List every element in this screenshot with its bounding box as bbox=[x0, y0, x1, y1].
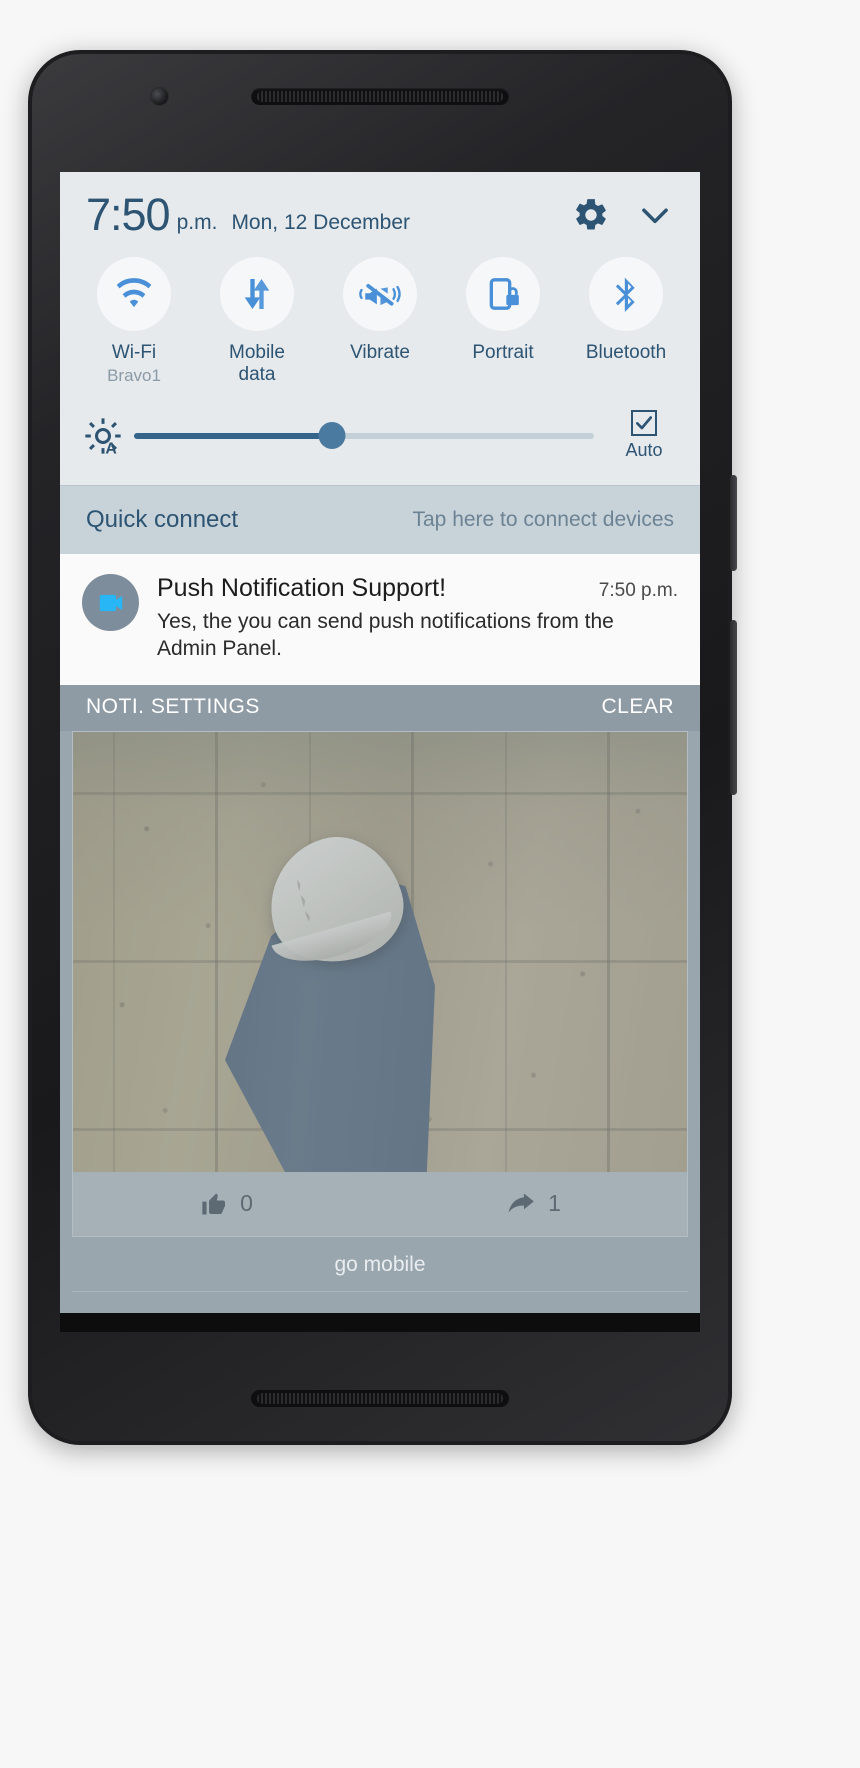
clock-ampm: p.m. bbox=[176, 211, 218, 234]
wifi-icon bbox=[116, 278, 152, 308]
toggle-wifi-circle[interactable] bbox=[97, 257, 171, 331]
like-count: 0 bbox=[240, 1190, 253, 1217]
volume-button[interactable] bbox=[730, 620, 737, 795]
quick-connect-title: Quick connect bbox=[86, 506, 239, 534]
toggle-vibrate-circle[interactable] bbox=[343, 257, 417, 331]
toggle-vibrate-label: Vibrate bbox=[350, 342, 410, 363]
auto-label: Auto bbox=[625, 440, 663, 461]
phone-screen: 7:50 p.m. Mon, 12 December Wi-Fi Bravo1 … bbox=[60, 172, 700, 1332]
toggle-bluetooth-circle[interactable] bbox=[589, 257, 663, 331]
auto-brightness-toggle[interactable]: Auto bbox=[608, 410, 680, 461]
video-camera-icon bbox=[99, 594, 122, 611]
notification-settings-button[interactable]: NOTI. SETTINGS bbox=[86, 695, 260, 719]
status-header: 7:50 p.m. Mon, 12 December bbox=[60, 172, 700, 245]
post-video[interactable] bbox=[73, 731, 687, 1172]
toggle-wifi-sub: Bravo1 bbox=[107, 366, 161, 386]
gear-icon[interactable] bbox=[572, 196, 610, 234]
toggle-mobile-data[interactable]: Mobile data bbox=[201, 257, 313, 386]
clock-date: Mon, 12 December bbox=[231, 211, 411, 234]
earpiece-speaker bbox=[251, 88, 509, 105]
toggle-bluetooth-label: Bluetooth bbox=[585, 342, 667, 363]
front-camera bbox=[151, 88, 168, 105]
toggle-bluetooth[interactable]: Bluetooth bbox=[570, 257, 682, 386]
toggle-portrait-label: Portrait bbox=[472, 342, 534, 363]
notification-title: Push Notification Support! bbox=[157, 574, 447, 603]
share-count: 1 bbox=[548, 1190, 561, 1217]
rotation-lock-icon bbox=[489, 278, 519, 310]
go-mobile-label[interactable]: go mobile bbox=[72, 1236, 688, 1291]
toggle-vibrate[interactable]: Vibrate bbox=[324, 257, 436, 386]
brightness-slider[interactable] bbox=[134, 422, 594, 450]
bluetooth-icon bbox=[615, 277, 635, 312]
slider-thumb[interactable] bbox=[318, 422, 346, 450]
toggle-portrait[interactable]: Portrait bbox=[447, 257, 559, 386]
quick-connect-bar[interactable]: Quick connect Tap here to connect device… bbox=[60, 485, 700, 555]
slider-fill bbox=[134, 432, 332, 439]
thumbs-up-icon bbox=[202, 1193, 226, 1215]
share-arrow-icon bbox=[508, 1193, 534, 1213]
notification-text: Yes, the you can send push notifications… bbox=[157, 610, 614, 660]
toggle-wifi-label: Wi-Fi bbox=[111, 342, 157, 363]
avatar bbox=[82, 574, 139, 632]
like-button[interactable]: 0 bbox=[73, 1190, 380, 1218]
notification-card[interactable]: Push Notification Support! 7:50 p.m. Yes… bbox=[60, 554, 700, 685]
toggle-mobile-data-circle[interactable] bbox=[220, 257, 294, 331]
clear-notifications-button[interactable]: CLEAR bbox=[601, 695, 674, 719]
quick-connect-hint: Tap here to connect devices bbox=[412, 508, 675, 532]
chevron-down-icon[interactable] bbox=[636, 196, 674, 234]
auto-brightness-icon[interactable]: A bbox=[80, 416, 126, 456]
checkmark-icon bbox=[636, 416, 652, 430]
clock-time: 7:50 bbox=[86, 189, 171, 240]
toggle-mobile-data-label: Mobile data bbox=[229, 342, 285, 386]
phone-device: 7:50 p.m. Mon, 12 December Wi-Fi Bravo1 … bbox=[28, 50, 737, 1445]
bottom-speaker bbox=[251, 1390, 509, 1407]
app-behind-shade: 0 1 go mobile bbox=[60, 730, 700, 1313]
notification-actions: NOTI. SETTINGS CLEAR bbox=[60, 685, 700, 731]
svg-text:A: A bbox=[105, 440, 117, 455]
shade-dim-overlay bbox=[73, 731, 687, 1172]
feed-post-card: 0 1 bbox=[72, 730, 688, 1237]
post-action-row: 0 1 bbox=[73, 1171, 687, 1236]
mobile-data-icon bbox=[244, 279, 270, 309]
brightness-row: A Auto bbox=[60, 388, 700, 485]
power-button[interactable] bbox=[730, 475, 737, 571]
toggle-portrait-circle[interactable] bbox=[466, 257, 540, 331]
toggle-wifi[interactable]: Wi-Fi Bravo1 bbox=[78, 257, 190, 386]
vibrate-icon bbox=[359, 283, 401, 306]
share-button[interactable]: 1 bbox=[380, 1190, 687, 1218]
quick-toggle-row: Wi-Fi Bravo1 Mobile data Vibrate Portrai… bbox=[60, 245, 700, 388]
app-bottom-strip bbox=[72, 1290, 688, 1313]
auto-checkbox[interactable] bbox=[631, 410, 657, 437]
notification-time: 7:50 p.m. bbox=[598, 580, 678, 602]
notification-area: Push Notification Support! 7:50 p.m. Yes… bbox=[60, 554, 700, 731]
quick-settings-panel: 7:50 p.m. Mon, 12 December Wi-Fi Bravo1 … bbox=[60, 172, 700, 486]
